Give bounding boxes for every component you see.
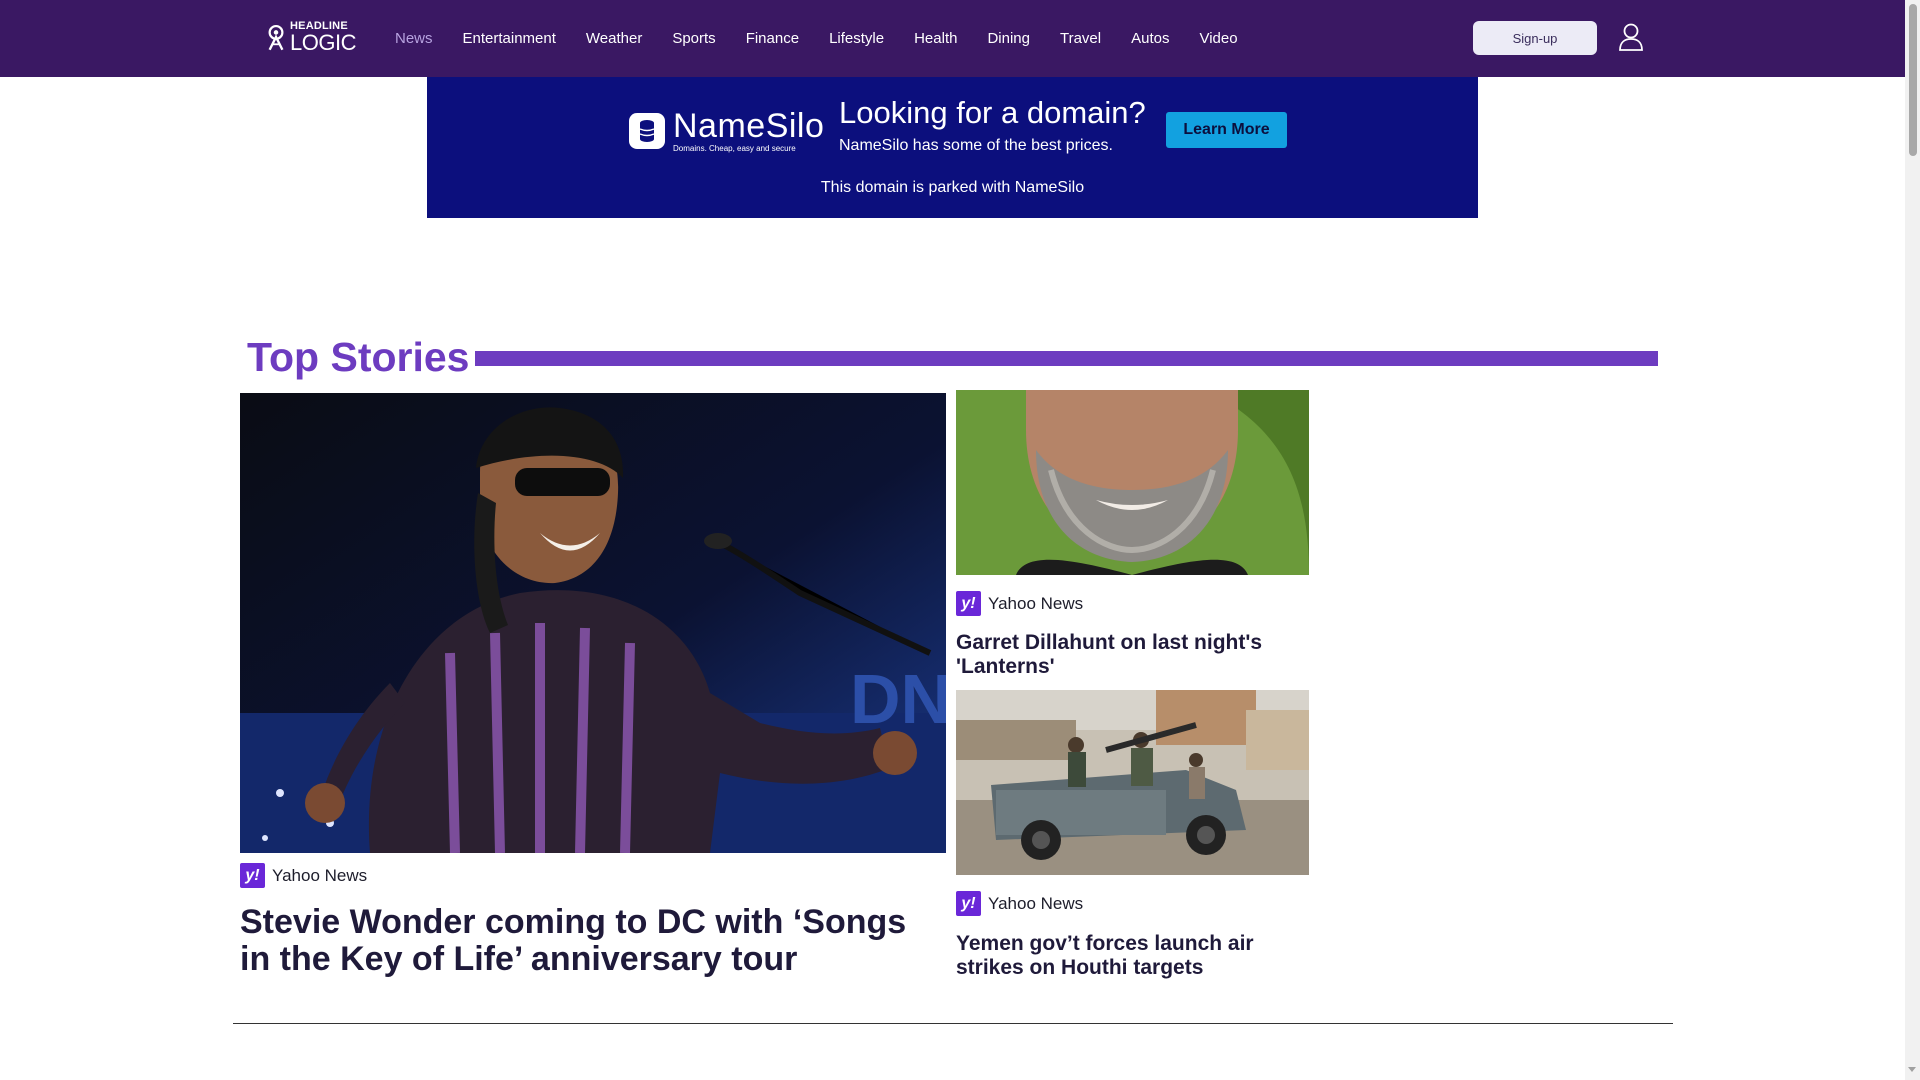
main-nav: News Entertainment Weather Sports Financ… [380, 0, 1253, 77]
nav-item-travel[interactable]: Travel [1045, 30, 1116, 47]
scrollbar-thumb[interactable] [1909, 4, 1917, 156]
nav-item-dining[interactable]: Dining [972, 30, 1045, 47]
banner-headline: Looking for a domain? [839, 95, 1146, 130]
nav-item-autos[interactable]: Autos [1116, 30, 1184, 47]
story-2-image[interactable] [956, 390, 1309, 575]
yahoo-icon: y! [956, 591, 981, 616]
namesilo-banner-ad: NameSilo Domains. Cheap, easy and secure… [427, 77, 1478, 218]
yahoo-icon: y! [956, 891, 981, 916]
source-name: Yahoo News [988, 593, 1084, 613]
namesilo-brand-text: NameSilo [673, 107, 825, 145]
story-2-headline[interactable]: Garret Dillahunt on last night's 'Lanter… [956, 631, 1296, 679]
nav-item-finance[interactable]: Finance [731, 30, 814, 47]
logo-mark-icon [268, 24, 284, 51]
svg-text:DN: DN [850, 660, 946, 738]
nav-item-news[interactable]: News [380, 30, 448, 47]
story-2-source[interactable]: y! Yahoo News [956, 591, 1083, 616]
logo-bottom-text: LOGIC [290, 29, 356, 55]
scroll-down-arrow-icon[interactable] [1908, 1067, 1916, 1072]
user-icon[interactable] [1618, 22, 1644, 52]
namesilo-tagline: Domains. Cheap, easy and secure [673, 144, 796, 153]
top-stories-divider [475, 351, 1658, 366]
nav-item-weather[interactable]: Weather [571, 30, 657, 47]
nav-item-lifestyle[interactable]: Lifestyle [814, 30, 899, 47]
section-bottom-divider [233, 1023, 1673, 1024]
main-story-source[interactable]: y! Yahoo News [240, 863, 367, 888]
top-stories-heading: Top Stories [247, 334, 470, 380]
source-name: Yahoo News [272, 865, 368, 885]
story-3-image[interactable] [956, 690, 1309, 875]
main-story-image[interactable]: DN [240, 393, 946, 853]
namesilo-badge-icon [629, 113, 665, 149]
page-scrollbar[interactable] [1905, 0, 1920, 1080]
nav-item-health[interactable]: Health [899, 30, 972, 47]
yahoo-icon: y! [240, 863, 265, 888]
banner-subtext: NameSilo has some of the best prices. [839, 137, 1113, 154]
top-navigation-bar: HEADLINE LOGIC News Entertainment Weathe… [0, 0, 1905, 77]
headline-logic-logo[interactable]: HEADLINE LOGIC [266, 20, 356, 54]
signup-button[interactable]: Sign-up [1473, 21, 1597, 55]
nav-item-video[interactable]: Video [1184, 30, 1252, 47]
main-story-headline[interactable]: Stevie Wonder coming to DC with ‘Songs i… [240, 904, 940, 978]
parked-domain-notice: This domain is parked with NameSilo [820, 179, 1085, 196]
nav-item-sports[interactable]: Sports [657, 30, 730, 47]
story-3-headline[interactable]: Yemen gov’t forces launch air strikes on… [956, 932, 1296, 980]
source-name: Yahoo News [988, 893, 1084, 913]
namesilo-logo[interactable]: NameSilo Domains. Cheap, easy and secure [629, 109, 824, 153]
nav-item-entertainment[interactable]: Entertainment [448, 30, 571, 47]
learn-more-button[interactable]: Learn More [1166, 112, 1287, 148]
story-3-source[interactable]: y! Yahoo News [956, 891, 1083, 916]
